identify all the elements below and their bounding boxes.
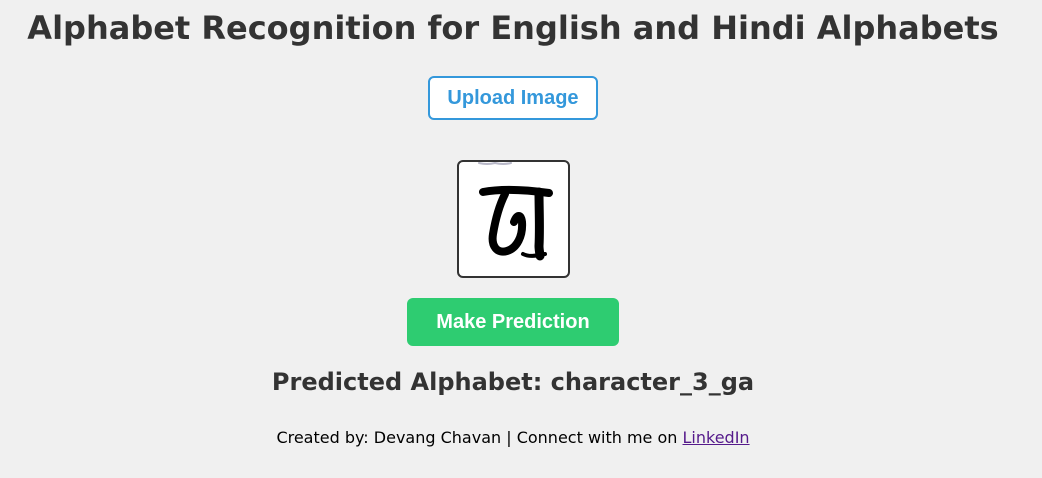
page-title: Alphabet Recognition for English and Hin…	[27, 9, 999, 47]
footer: Created by: Devang Chavan | Connect with…	[0, 428, 1026, 448]
handwritten-character-image	[478, 162, 553, 261]
prediction-label: Predicted Alphabet:	[271, 368, 551, 396]
footer-text: Created by: Devang Chavan | Connect with…	[276, 428, 683, 447]
uploaded-image-preview	[457, 160, 570, 278]
prediction-value: character_3_ga	[550, 368, 755, 396]
make-prediction-button[interactable]: Make Prediction	[407, 298, 619, 346]
linkedin-link[interactable]: LinkedIn	[683, 428, 750, 447]
upload-image-button[interactable]: Upload Image	[428, 76, 598, 120]
prediction-result: Predicted Alphabet: character_3_ga	[0, 366, 1026, 398]
